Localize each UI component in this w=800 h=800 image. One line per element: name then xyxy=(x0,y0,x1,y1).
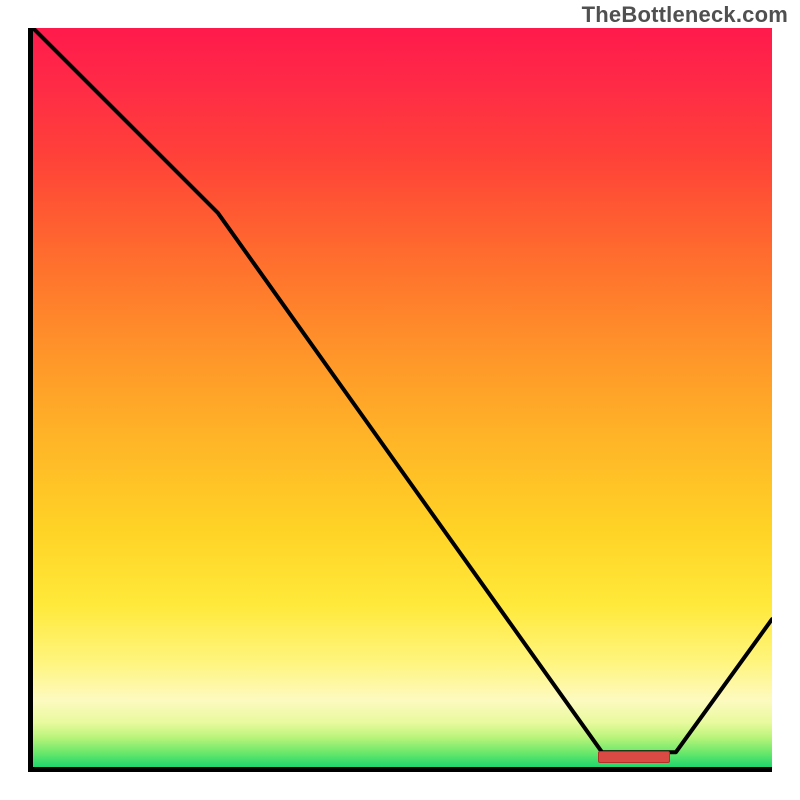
chart-wrap: TheBottleneck.com xyxy=(0,0,800,800)
watermark-text: TheBottleneck.com xyxy=(582,2,788,28)
annotation-marker xyxy=(598,751,670,763)
plot-area xyxy=(28,28,772,772)
curve-svg xyxy=(33,28,772,767)
curve-path xyxy=(33,28,772,752)
